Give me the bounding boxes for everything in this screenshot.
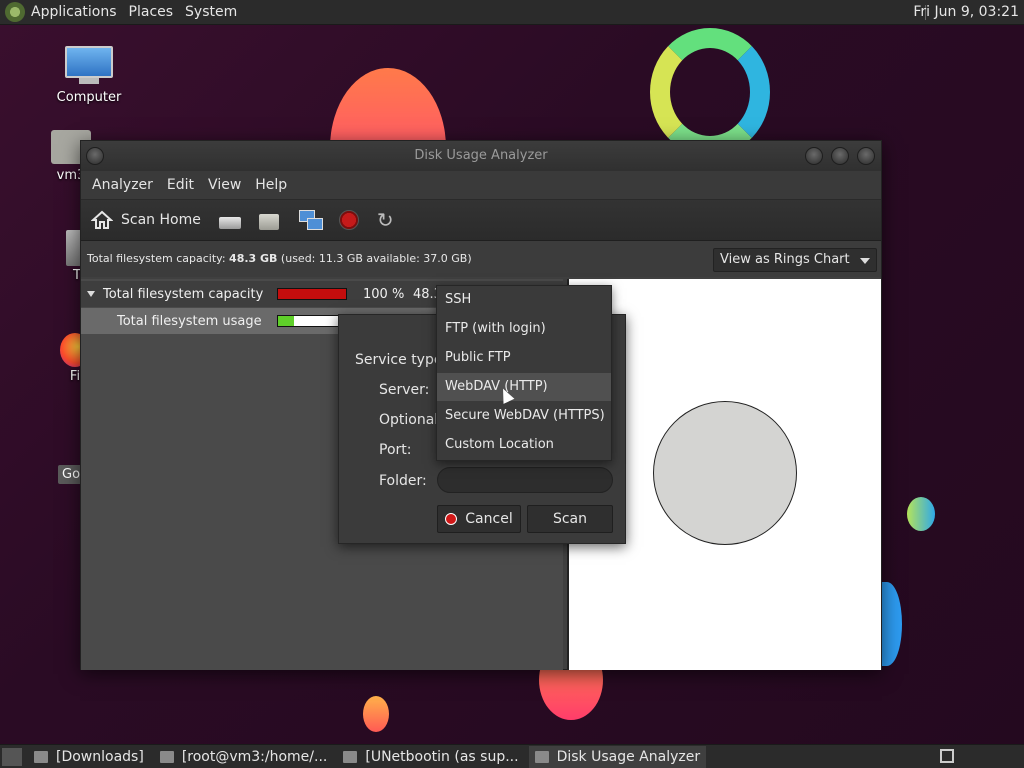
clock[interactable]: Fri Jun 9, 03:21 [913,0,1019,25]
terminal-icon [159,750,174,763]
option-custom-location[interactable]: Custom Location [437,431,611,459]
dropdown-arrow-icon [860,258,870,264]
hard-drive-icon [218,217,241,229]
scan-filesystem-button[interactable] [218,211,241,229]
system-menu[interactable]: System [179,4,243,20]
usage-bar [277,288,347,300]
unetbootin-icon [343,750,358,763]
scan-label: Scan [552,511,588,527]
task-downloads[interactable]: [Downloads] [28,746,150,768]
folder-field[interactable] [437,467,613,493]
capacity-label: Total filesystem capacity: [87,252,230,265]
usage-percent: 100 % [363,286,405,302]
window-menu-button[interactable] [86,147,104,165]
bottom-taskbar: [Downloads] [root@vm3:/home/... [UNetboo… [0,744,1024,768]
window-titlebar[interactable]: Disk Usage Analyzer [81,141,881,171]
option-webdav[interactable]: WebDAV (HTTP) [437,373,611,401]
usage-bar [277,315,347,327]
scan-home-button[interactable]: Scan Home [91,210,201,230]
wallpaper-ring [650,28,770,156]
folder-icon [258,213,279,230]
cancel-button[interactable]: Cancel [437,505,521,533]
expander-down-icon[interactable] [87,291,95,297]
menubar: Analyzer Edit View Help [81,171,881,199]
rings-chart-center[interactable] [653,401,797,545]
disk-usage-icon [534,750,549,763]
window-title: Disk Usage Analyzer [414,148,548,163]
close-button[interactable] [857,147,875,165]
service-type-dropdown: SSH FTP (with login) Public FTP WebDAV (… [436,285,612,461]
scan-home-label: Scan Home [121,212,201,228]
panel-menu: Applications Places System [25,0,243,25]
cancel-label: Cancel [465,511,513,527]
workspace-switcher-icon[interactable] [940,749,954,763]
refresh-icon: ↻ [376,208,394,232]
menu-view[interactable]: View [201,177,248,193]
network-icon [297,210,323,230]
scan-folder-button[interactable] [258,211,279,230]
desktop-icon-computer[interactable]: Computer [52,46,126,105]
tree-row-label: Total filesystem capacity [103,286,264,302]
refresh-button[interactable]: ↻ [377,210,394,230]
view-as-select[interactable]: View as Rings Chart [713,248,877,272]
folder-label: Folder: [379,473,427,489]
home-icon [91,210,113,230]
option-ftp-login[interactable]: FTP (with login) [437,315,611,343]
task-label: [UNetbootin (as sup... [365,748,519,765]
task-label: [Downloads] [56,748,144,765]
show-desktop-button[interactable] [2,747,22,766]
task-label: [root@vm3:/home/... [181,748,328,765]
scan-remote-button[interactable] [297,210,323,230]
stop-icon [338,210,359,230]
folder-icon [34,750,48,763]
capacity-summary: Total filesystem capacity: 48.3 GB (used… [87,252,472,265]
service-type-label: Service type: [355,352,448,368]
option-public-ftp[interactable]: Public FTP [437,344,611,372]
task-label: Disk Usage Analyzer [556,748,701,765]
capacity-value: 48.3 GB [229,252,278,265]
cancel-icon [445,513,458,525]
task-unetbootin[interactable]: [UNetbootin (as sup... [337,746,524,768]
toolbar: Scan Home ↻ [81,199,881,241]
places-menu[interactable]: Places [123,4,180,20]
stop-button[interactable] [338,210,359,230]
applications-menu[interactable]: Applications [25,4,123,20]
top-panel: Applications Places System Fri Jun 9, 03… [0,0,1024,25]
menu-analyzer[interactable]: Analyzer [85,177,160,193]
menu-help[interactable]: Help [248,177,294,193]
maximize-button[interactable] [831,147,849,165]
port-label: Port: [379,442,412,458]
wallpaper-shape [363,696,389,732]
distro-logo-icon[interactable] [5,2,25,22]
option-ssh[interactable]: SSH [437,286,611,314]
capacity-bar: Total filesystem capacity: 48.3 GB (used… [81,241,881,277]
capacity-detail: (used: 11.3 GB available: 37.0 GB) [277,252,472,265]
view-as-value: View as Rings Chart [720,252,850,267]
server-label: Server: [379,382,430,398]
tree-row-label: Total filesystem usage [117,313,262,329]
usage-bar-fill [278,289,346,299]
minimize-button[interactable] [805,147,823,165]
scan-button[interactable]: Scan [527,505,613,533]
task-terminal[interactable]: [root@vm3:/home/... [154,746,334,768]
menu-edit[interactable]: Edit [160,177,201,193]
task-disk-usage-analyzer[interactable]: Disk Usage Analyzer [528,745,707,768]
wallpaper-shape [907,497,935,531]
usage-bar-fill [278,316,294,326]
option-secure-webdav[interactable]: Secure WebDAV (HTTPS) [437,402,611,430]
computer-icon [65,46,113,86]
desktop-icon-label: Computer [56,90,122,105]
